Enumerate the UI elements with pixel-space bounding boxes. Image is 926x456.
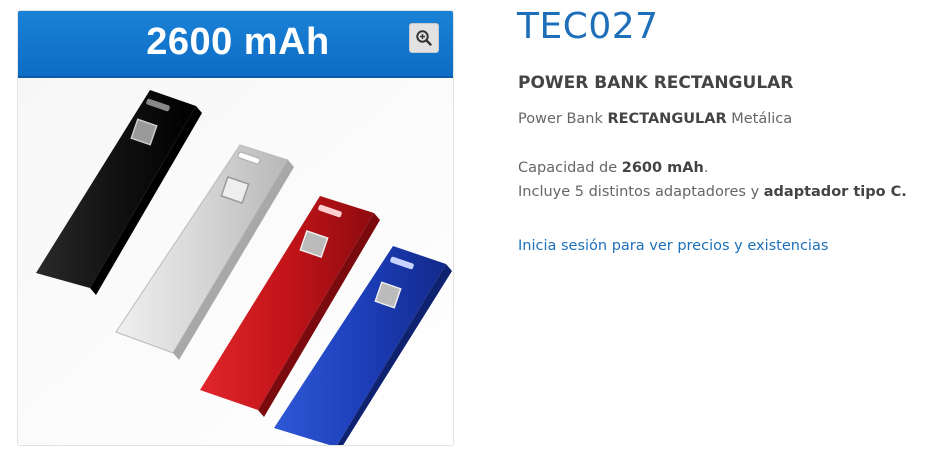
adapters-label: Incluye 5 distintos adaptadores y	[518, 184, 764, 200]
product-image-gallery[interactable]: 2600 mAh	[17, 10, 454, 446]
description-bold-text: RECTANGULAR	[607, 111, 727, 127]
capacity-banner-text: 2600 mAh	[146, 21, 330, 63]
zoom-in-icon	[416, 30, 432, 46]
description-suffix: Metálica	[726, 111, 793, 127]
product-description: Power Bank RECTANGULAR Metálica	[518, 111, 792, 127]
product-title: POWER BANK RECTANGULAR	[518, 73, 794, 93]
capacity-label: Capacidad de	[518, 160, 622, 176]
capacity-value: 2600 mAh	[621, 160, 704, 176]
capacity-period: .	[703, 160, 709, 176]
capacity-banner: 2600 mAh	[18, 11, 453, 78]
adapter-type-c: adaptador tipo C.	[763, 184, 907, 200]
login-for-prices-link[interactable]: Inicia sesión para ver precios y existen…	[518, 238, 828, 254]
product-sku: TEC027	[517, 6, 659, 47]
product-photo	[18, 78, 453, 445]
product-capacity-info: Capacidad de 2600 mAh. Incluye 5 distint…	[518, 156, 907, 204]
capacity-line: Capacidad de 2600 mAh.	[518, 156, 907, 180]
zoom-button[interactable]	[409, 23, 439, 53]
adapters-line: Incluye 5 distintos adaptadores y adapta…	[518, 180, 907, 204]
description-text: Power Bank	[518, 111, 608, 127]
